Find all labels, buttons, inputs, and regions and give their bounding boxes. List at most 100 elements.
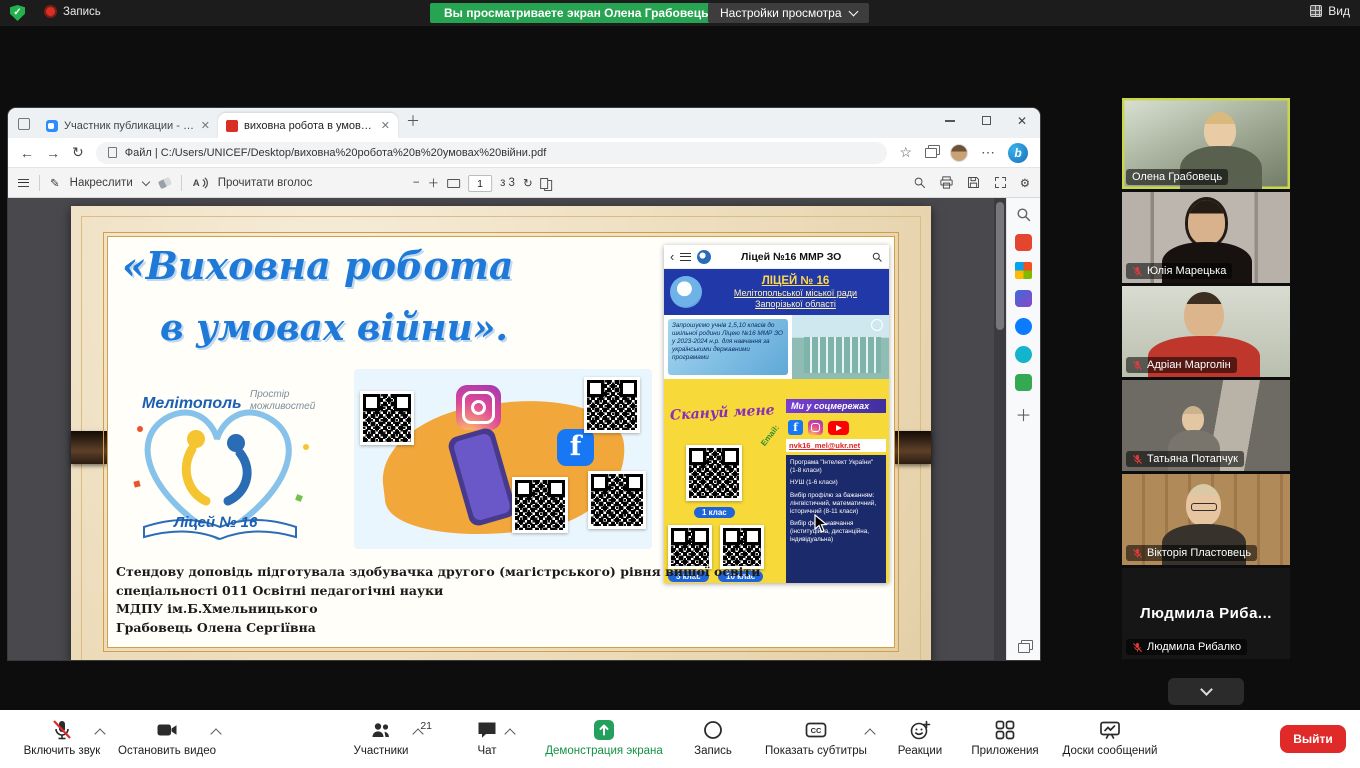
address-bar-icons: ☆ ⋯ b [899,143,1028,163]
record-button[interactable]: Запись [682,718,744,757]
participant-video-liudmyla[interactable]: Людмила Риба... Людмила Рибалко [1122,568,1290,659]
pdf-zoom-page-controls: − ＋ 1 з 3 ↻ [413,168,553,198]
fullscreen-icon[interactable] [993,175,1008,190]
participant-video-olena[interactable]: Олена Грабовець [1122,98,1290,189]
participants-button[interactable]: 21 Участники [336,718,426,757]
participant-name-label: Адріан Марголін [1126,357,1237,373]
bing-sidebar-icon[interactable]: b [1008,143,1028,163]
read-aloud-icon[interactable]: A [192,175,208,191]
draw-pen-icon[interactable]: ✎ [50,176,60,190]
view-settings-button[interactable]: Настройки просмотра [708,3,869,23]
draw-label[interactable]: Накреслити [70,177,133,189]
page-number-input[interactable]: 1 [468,175,492,192]
qr-label-1: 1 клас [694,507,735,518]
toc-menu-icon[interactable] [18,179,29,187]
games-icon[interactable] [1015,374,1032,391]
pdf-page-slide: «Виховна робота в умовах війни». [71,206,931,660]
shopping-icon[interactable] [1015,234,1032,251]
tab-pdf[interactable]: виховна робота в умовах війн ✕ [218,113,398,138]
refresh-icon[interactable]: ↻ [72,144,84,161]
pdf-toolbar: ✎ Накреслити A Прочитати вголос − ＋ 1 з … [8,168,1040,198]
apps-button[interactable]: Приложения [962,718,1048,757]
participant-video-yuliia[interactable]: Юлія Марецька [1122,192,1290,283]
button-label: Включить звук [24,745,101,757]
chevron-up-icon[interactable] [94,728,105,739]
youtube-icon [828,421,849,435]
scan-me-section: Скануй мене Email: 1 клас 5 клас 10 клас… [664,379,889,583]
unmute-button[interactable]: Включить звук [14,718,110,757]
fit-width-icon[interactable] [447,179,460,188]
leave-meeting-button[interactable]: Выйти [1280,725,1346,753]
search-icon[interactable] [1015,206,1032,223]
minimize-button[interactable] [932,114,968,128]
file-icon [108,147,117,158]
skype-icon[interactable] [1015,318,1032,335]
program-item: НУШ (1-6 класи) [790,479,882,487]
forward-icon[interactable]: → [46,145,60,161]
collections-icon[interactable] [925,148,937,158]
participant-name: Татьяна Потапчук [1147,453,1238,465]
pdf-scrollbar[interactable] [994,198,1006,660]
share-screen-button[interactable]: Демонстрация экрана [534,718,674,757]
tab-zoom[interactable]: Участник публикации - Zoom ✕ [38,113,218,138]
collapse-participants-button[interactable] [1168,678,1244,705]
chevron-up-icon[interactable] [504,728,515,739]
close-button[interactable]: ✕ [1004,114,1040,128]
url-field[interactable]: Файл | C:/Users/UNICEF/Desktop/виховна%2… [96,142,888,164]
chat-button[interactable]: Чат [452,718,522,757]
settings-gear-icon[interactable]: ⚙ [1020,176,1030,190]
meeting-top-bar: ✓ Запись Вы просматриваете экран Олена Г… [0,0,1360,26]
new-tab-button[interactable]: ＋ [406,111,420,131]
pdf-content-area: «Виховна робота в умовах війни». [8,198,1040,660]
stop-video-button[interactable]: Остановить видео [112,718,222,757]
chevron-down-icon[interactable] [142,177,150,185]
school-building-photo [792,315,889,379]
instagram-icon [808,420,823,435]
back-icon[interactable]: ← [20,145,34,161]
designer-icon[interactable] [1015,290,1032,307]
footer-line: спеціальності 011 Освітні педагогічні на… [116,582,760,601]
tab-close-icon[interactable]: ✕ [201,119,210,132]
eraser-icon[interactable] [158,176,172,188]
participant-video-tatiana[interactable]: Татьяна Потапчук [1122,380,1290,471]
pdf-viewport[interactable]: «Виховна робота в умовах війни». [8,198,994,660]
microsoft365-icon[interactable] [1015,262,1032,279]
programs-box: Програма "Інтелект України" (1-8 класи) … [786,455,886,583]
maximize-button[interactable] [968,114,1004,128]
favorites-star-icon[interactable]: ☆ [899,144,912,161]
more-options-icon[interactable]: ⋯ [981,144,995,161]
participant-name-label: Вікторія Пластовець [1126,545,1257,561]
drop-icon[interactable] [1015,346,1032,363]
collections-icon[interactable] [1018,643,1030,653]
logo-city-text: Мелітополь [142,395,242,413]
school-banner-logo [670,276,702,308]
rotate-icon[interactable]: ↻ [523,176,533,190]
program-item: Вибір профілю за бажанням: лінгвістичний… [790,492,882,517]
viewing-screen-banner: Вы просматриваете экран Олена Грабовець [430,3,722,23]
print-icon[interactable] [939,175,954,190]
whiteboards-button[interactable]: Доски сообщений [1052,718,1168,757]
scrollbar-thumb[interactable] [996,202,1004,330]
reactions-button[interactable]: Реакции [886,718,954,757]
chevron-up-icon[interactable] [210,728,221,739]
search-icon[interactable] [912,175,927,190]
chevron-up-icon[interactable] [864,728,875,739]
profile-avatar[interactable] [950,144,968,162]
muted-mic-icon [1132,360,1143,371]
view-button[interactable]: Вид [1310,4,1350,18]
participant-video-viktoriia[interactable]: Вікторія Пластовець [1122,474,1290,565]
qr-code-1klas [686,445,742,501]
zoom-out-icon[interactable]: − [413,177,420,189]
tab-close-icon[interactable]: ✕ [381,119,390,132]
recording-indicator: Запись [44,5,101,18]
page-view-icon[interactable] [541,178,549,189]
window-controls: ✕ [932,114,1040,128]
read-aloud-label[interactable]: Прочитати вголос [218,177,313,189]
add-sidebar-icon[interactable]: ＋ [1015,402,1031,426]
captions-button[interactable]: CC Показать субтитры [756,718,876,757]
pdf-favicon [226,120,238,132]
zoom-in-icon[interactable]: ＋ [428,175,440,191]
security-shield-icon: ✓ [10,5,25,21]
save-icon[interactable] [966,175,981,190]
participant-video-adrian[interactable]: Адріан Марголін [1122,286,1290,377]
